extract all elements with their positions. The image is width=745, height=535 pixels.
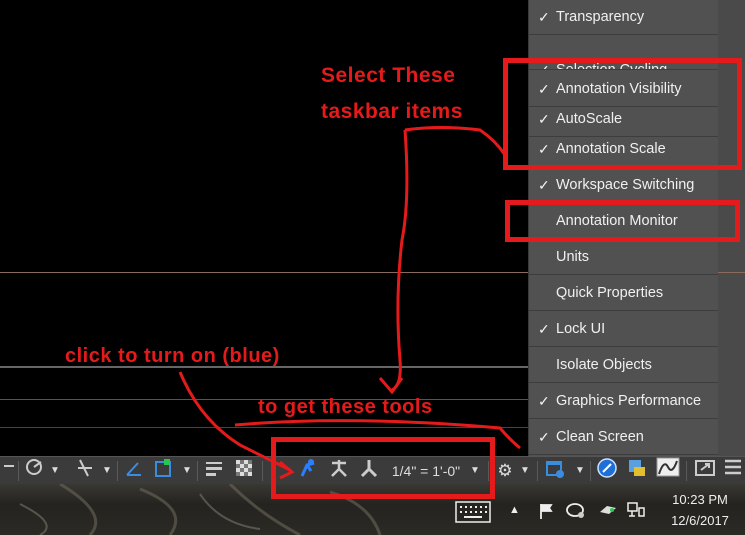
menu-item-quick-properties[interactable]: Quick Properties bbox=[529, 276, 718, 311]
annotation-click-text: click to turn on (blue) bbox=[65, 345, 280, 367]
polar-tracking-icon[interactable] bbox=[22, 457, 46, 485]
gear-icon[interactable]: ⚙ bbox=[494, 457, 516, 485]
menu-item-isolate-objects[interactable]: Isolate Objects bbox=[529, 348, 718, 383]
clean-screen-icon[interactable] bbox=[692, 457, 718, 485]
hamburger-menu-icon[interactable] bbox=[722, 457, 744, 485]
drive-icon[interactable] bbox=[597, 500, 619, 523]
isolate-objects-icon[interactable] bbox=[594, 457, 620, 485]
annotation-tools-text: to get these tools bbox=[258, 396, 433, 418]
checkmark-icon: ✓ bbox=[538, 429, 550, 445]
menu-item-label: Transparency bbox=[556, 9, 645, 25]
object-snap-tracking-icon[interactable] bbox=[72, 457, 98, 485]
chevron-up-icon[interactable]: ▲ bbox=[509, 504, 520, 516]
chevron-down-icon[interactable]: ▼ bbox=[518, 457, 532, 485]
lineweight-icon[interactable] bbox=[201, 457, 227, 485]
menu-item-units[interactable]: Units bbox=[529, 240, 718, 275]
menu-item-label: Units bbox=[556, 249, 590, 265]
menu-item-clean-screen[interactable]: ✓ Clean Screen bbox=[529, 420, 718, 455]
dynamic-ucs-icon[interactable] bbox=[121, 457, 147, 485]
menu-item-workspace-switching[interactable]: ✓ Workspace Switching bbox=[529, 168, 718, 203]
menu-item-label: Graphics Performance bbox=[556, 393, 702, 409]
chevron-down-icon[interactable]: ▼ bbox=[48, 457, 62, 485]
checkmark-icon: ✓ bbox=[538, 9, 550, 25]
highlight-box-annotation-monitor bbox=[505, 200, 740, 242]
menu-item-label: Quick Properties bbox=[556, 285, 664, 301]
menu-item-label: Isolate Objects bbox=[556, 357, 652, 373]
chevron-down-icon[interactable]: ▼ bbox=[573, 457, 587, 485]
highlight-box-annotation-items bbox=[503, 58, 742, 170]
clock-date[interactable]: 12/6/2017 bbox=[664, 513, 736, 528]
menu-item-label: Clean Screen bbox=[556, 429, 644, 445]
menu-item-label: Lock UI bbox=[556, 321, 606, 337]
annotation-select-line2: taskbar items bbox=[321, 100, 463, 123]
highlight-box-statusbar-tools bbox=[271, 437, 495, 499]
monitor-icon[interactable] bbox=[626, 500, 646, 523]
menu-item-transparency[interactable]: ✓ Transparency bbox=[529, 0, 718, 35]
canvas-line bbox=[0, 272, 528, 273]
workspace-switching-icon[interactable] bbox=[541, 457, 569, 485]
flag-icon[interactable] bbox=[538, 502, 556, 523]
canvas-line bbox=[0, 427, 528, 428]
statusbar-button[interactable] bbox=[0, 457, 18, 485]
transparency-icon[interactable] bbox=[231, 457, 257, 485]
menu-item-label: Workspace Switching bbox=[556, 177, 695, 193]
clock-time[interactable]: 10:23 PM bbox=[664, 492, 736, 507]
graphics-performance-icon[interactable] bbox=[624, 457, 650, 485]
selection-filter-icon[interactable] bbox=[149, 457, 177, 485]
chevron-down-icon[interactable]: ▼ bbox=[100, 457, 114, 485]
menu-item-lock-ui[interactable]: ✓ Lock UI bbox=[529, 312, 718, 347]
menu-item-graphics-performance[interactable]: ✓ Graphics Performance bbox=[529, 384, 718, 419]
checkmark-icon: ✓ bbox=[538, 393, 550, 409]
checkmark-icon: ✓ bbox=[538, 177, 550, 193]
network-icon[interactable] bbox=[565, 500, 587, 523]
annotation-select-line1: Select These bbox=[321, 64, 456, 87]
graph-icon[interactable] bbox=[654, 457, 682, 485]
keyboard-icon[interactable] bbox=[455, 501, 491, 526]
chevron-down-icon[interactable]: ▼ bbox=[180, 457, 194, 485]
checkmark-icon: ✓ bbox=[538, 321, 550, 337]
